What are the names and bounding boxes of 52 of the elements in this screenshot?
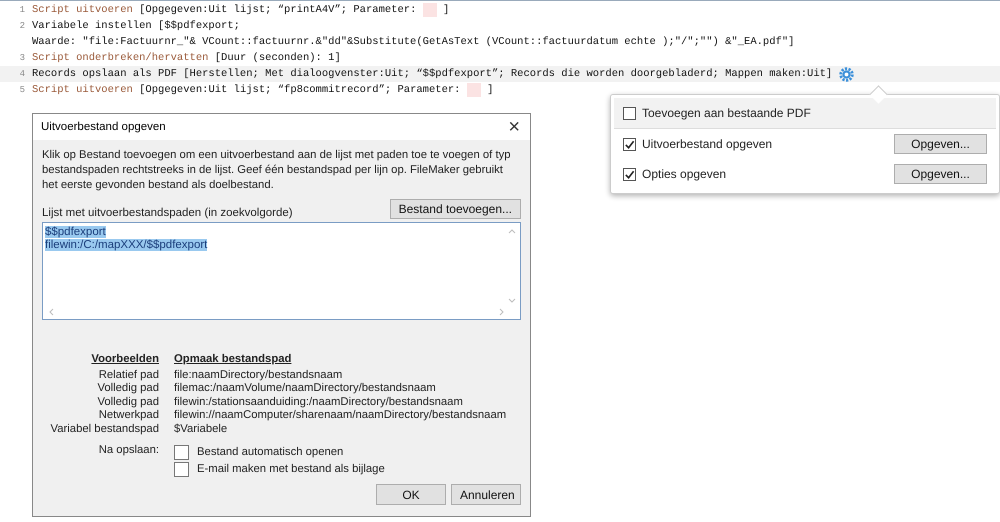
script-step-name: Script uitvoeren bbox=[32, 83, 133, 98]
example-label: Netwerkpad bbox=[98, 409, 159, 422]
example-label: Volledig pad bbox=[96, 396, 159, 409]
script-step-text: [Opgegeven:Uit lijst; “printA4V”; Parameter: bbox=[138, 3, 418, 18]
example-path: filemac:/naamVolume/naamDirectory/bestandsnaam bbox=[174, 382, 437, 396]
instructions-text: Klik op Bestand toevoegen om een uitvoerbestand aan de lijst met paden toe te voegen of typ bestandspaden rechtstreeks in de lijst. Geef één bestandspad per lijn op. FileMaker gebruikt het eerste gevonden bestand als doelbestand. bbox=[42, 148, 512, 193]
line-number: 1 bbox=[18, 4, 26, 17]
list-label: Lijst met uitvoerbestandspaden (in zoekvolgorde) bbox=[42, 207, 293, 219]
script-step-text: Records opslaan als PDF [Herstellen; Met dialoogvenster:Uit; “$$pdfexport”; Records die worden doorgebladerd; Mappen maken:Uit] bbox=[32, 67, 832, 82]
example-path: filewin:/stationsaanduiding:/naamDirectory/bestandsnaam bbox=[174, 396, 464, 409]
gear-icon[interactable] bbox=[839, 66, 854, 82]
script-step-text: Variabele instellen [$$pdfexport; bbox=[32, 19, 240, 34]
empty-parameter-marker bbox=[422, 3, 437, 17]
script-step-text: [Duur (seconden): 1] bbox=[214, 51, 341, 66]
close-button[interactable]: × bbox=[508, 117, 520, 137]
example-label: Volledig pad bbox=[96, 382, 159, 396]
script-step-text: [Opgegeven:Uit lijst; “fp8commitrecord”; Parameter: bbox=[138, 83, 462, 98]
specify-button[interactable]: Opgeven... bbox=[894, 164, 987, 184]
script-step-name: Script uitvoeren bbox=[32, 3, 133, 18]
checkbox[interactable] bbox=[174, 445, 189, 460]
line-number: 4 bbox=[18, 68, 26, 81]
column-header: Opmaak bestandspad bbox=[174, 353, 292, 366]
specify-button[interactable]: Opgeven... bbox=[894, 134, 987, 154]
checkbox-label: Bestand automatisch openen bbox=[197, 446, 344, 460]
line-number: 2 bbox=[18, 20, 26, 33]
script-step-text: ] bbox=[486, 83, 494, 98]
example-label: Variabel bestandspad bbox=[50, 422, 159, 436]
script-step-name: Script onderbreken/hervatten bbox=[32, 51, 208, 66]
after-save-label: Na opslaan: bbox=[98, 444, 159, 458]
script-step-text: Waarde: "file:Factuurnr_"& VCount::factuurnr.&"dd"&Substitute(GetAsText (VCount::factuurdatum echte );"/";"") &"_EA.pdf"] bbox=[32, 35, 794, 50]
add-file-button[interactable]: Bestand toevoegen... bbox=[390, 199, 521, 219]
example-path: $Variabele bbox=[174, 422, 228, 436]
column-header: Voorbeelden bbox=[90, 353, 159, 366]
script-step-text: ] bbox=[442, 3, 450, 18]
example-label: Relatief pad bbox=[98, 368, 159, 382]
option-label: Uitvoerbestand opgeven bbox=[642, 137, 772, 151]
option-label: Toevoegen aan bestaande PDF bbox=[642, 106, 811, 120]
checkbox[interactable] bbox=[174, 462, 189, 477]
checkbox[interactable] bbox=[623, 168, 636, 180]
cancel-button[interactable]: Annuleren bbox=[451, 484, 521, 505]
line-number: 3 bbox=[18, 52, 26, 65]
option-label: Opties opgeven bbox=[642, 167, 726, 181]
file-path: $$pdfexport bbox=[45, 226, 106, 238]
line-number: 5 bbox=[18, 84, 26, 97]
checkbox-label: E-mail maken met bestand als bijlage bbox=[197, 462, 385, 476]
checkbox[interactable] bbox=[623, 138, 636, 150]
checkbox[interactable] bbox=[623, 106, 636, 120]
example-path: file:naamDirectory/bestandsnaam bbox=[174, 368, 344, 382]
example-path: filewin://naamComputer/sharenaam/naamDirectory/bestandsnaam bbox=[174, 409, 508, 422]
empty-parameter-marker bbox=[466, 83, 481, 97]
ok-button[interactable]: OK bbox=[376, 484, 446, 505]
window-title: Uitvoerbestand opgeven bbox=[41, 121, 166, 133]
